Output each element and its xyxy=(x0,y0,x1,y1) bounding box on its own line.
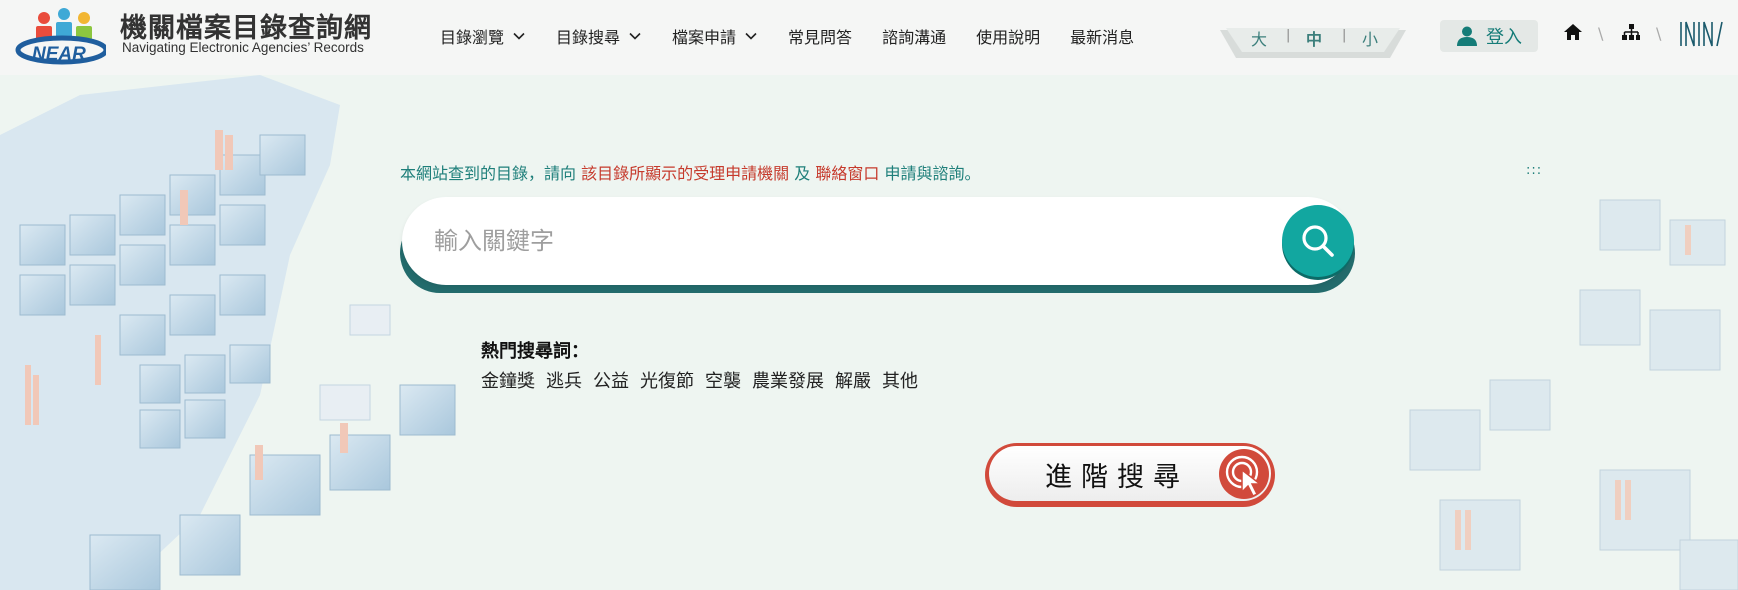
click-pointer-icon xyxy=(1219,449,1269,499)
hot-keyword[interactable]: 光復節 xyxy=(640,367,694,393)
chevron-down-icon xyxy=(629,32,641,40)
accesskey-anchor[interactable]: ::: xyxy=(1526,163,1542,178)
site-subtitle: Navigating Electronic Agencies’ Records xyxy=(122,40,364,55)
font-size-separator: | xyxy=(1342,28,1347,43)
hot-keyword[interactable]: 公益 xyxy=(593,367,629,393)
site-header: NEAR 機關檔案目錄查詢網 Navigating Electronic Age… xyxy=(0,0,1738,75)
main-nav: 目錄瀏覽 目錄搜尋 檔案申請 常見問答 諮詢溝通 使用說明 最新消息 xyxy=(440,24,1164,48)
sitemap-icon[interactable] xyxy=(1621,22,1641,42)
font-size-separator: | xyxy=(1286,28,1291,43)
notice-highlight-agency: 該目錄所顯示的受理申請機關 xyxy=(581,164,790,183)
chevron-down-icon xyxy=(745,32,757,40)
chevron-down-icon xyxy=(513,32,525,40)
notice-highlight-contact: 聯絡窗口 xyxy=(815,164,880,183)
svg-text:NEAR: NEAR xyxy=(32,44,86,65)
search-bar xyxy=(400,197,1355,295)
hot-keyword[interactable]: 空襲 xyxy=(705,367,741,393)
login-button[interactable]: 登入 xyxy=(1440,20,1538,52)
archive-cabinets-illustration xyxy=(0,75,521,590)
search-box xyxy=(402,197,1354,285)
header-separator: \ xyxy=(1656,24,1662,43)
nav-faq[interactable]: 常見問答 xyxy=(788,24,852,48)
application-notice: 本網站查到的目錄，請向 該目錄所顯示的受理申請機關 及 聯絡窗口 申請與諮詢。 xyxy=(400,164,981,183)
nav-browse[interactable]: 目錄瀏覽 xyxy=(440,24,526,48)
search-icon xyxy=(1302,225,1334,257)
nav-guide[interactable]: 使用說明 xyxy=(976,24,1040,48)
font-size-switcher: 大 | 中 | 小 xyxy=(1220,22,1406,58)
nav-apply[interactable]: 檔案申請 xyxy=(672,24,758,48)
hot-keyword[interactable]: 金鐘獎 xyxy=(481,367,535,393)
advanced-search-button[interactable]: 進階搜尋 xyxy=(985,443,1275,507)
nav-news[interactable]: 最新消息 xyxy=(1070,24,1134,48)
font-size-small[interactable]: 小 xyxy=(1362,26,1378,50)
home-icon[interactable] xyxy=(1563,22,1583,42)
search-button[interactable] xyxy=(1282,205,1354,277)
font-size-large[interactable]: 大 xyxy=(1251,26,1267,50)
nav-consult[interactable]: 諮詢溝通 xyxy=(882,24,946,48)
search-input[interactable] xyxy=(434,221,1254,261)
user-icon xyxy=(1457,26,1477,46)
nav-search[interactable]: 目錄搜尋 xyxy=(556,24,642,48)
archive-boxes-illustration xyxy=(1409,199,1738,590)
hot-keywords-title: 熱門搜尋詞： xyxy=(481,341,589,362)
near-logo[interactable]: NEAR xyxy=(14,6,106,66)
header-separator: \ xyxy=(1598,24,1604,43)
hot-keyword[interactable]: 逃兵 xyxy=(546,367,582,393)
advanced-search-label: 進階搜尋 xyxy=(1045,462,1189,493)
hot-keywords-list: 金鐘獎 逃兵 公益 光復節 空襲 農業發展 解嚴 其他 xyxy=(481,367,918,393)
archives-logo-icon[interactable] xyxy=(1678,20,1726,48)
hot-keyword[interactable]: 解嚴 xyxy=(835,367,871,393)
font-size-medium[interactable]: 中 xyxy=(1306,26,1322,50)
hot-keyword[interactable]: 農業發展 xyxy=(752,367,824,393)
hot-keyword[interactable]: 其他 xyxy=(882,367,918,393)
